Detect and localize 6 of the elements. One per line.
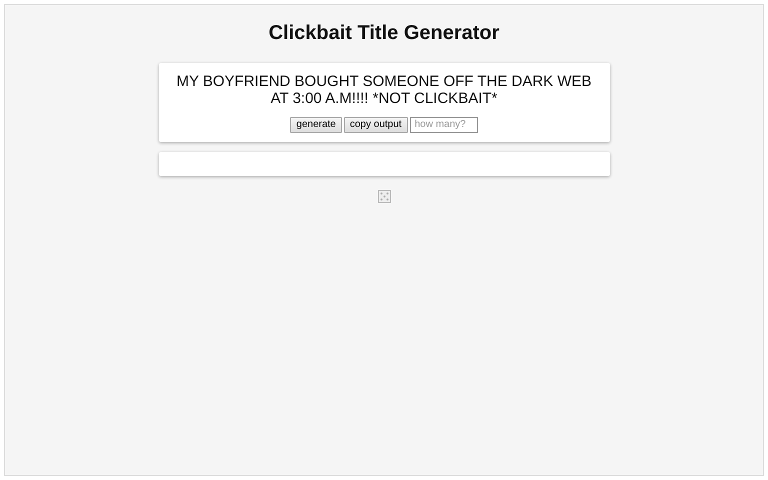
generated-title: MY BOYFRIEND BOUGHT SOMEONE OFF THE DARK WEB AT 3:00 A.M!!!! *NOT CLICKBAIT* bbox=[175, 72, 593, 107]
page-title: Clickbait Title Generator bbox=[268, 21, 500, 46]
copy-button[interactable]: copy output bbox=[344, 117, 408, 133]
count-field[interactable]: how many? bbox=[410, 117, 478, 133]
generate-button[interactable]: generate bbox=[290, 117, 342, 133]
dice-icon bbox=[378, 190, 390, 203]
